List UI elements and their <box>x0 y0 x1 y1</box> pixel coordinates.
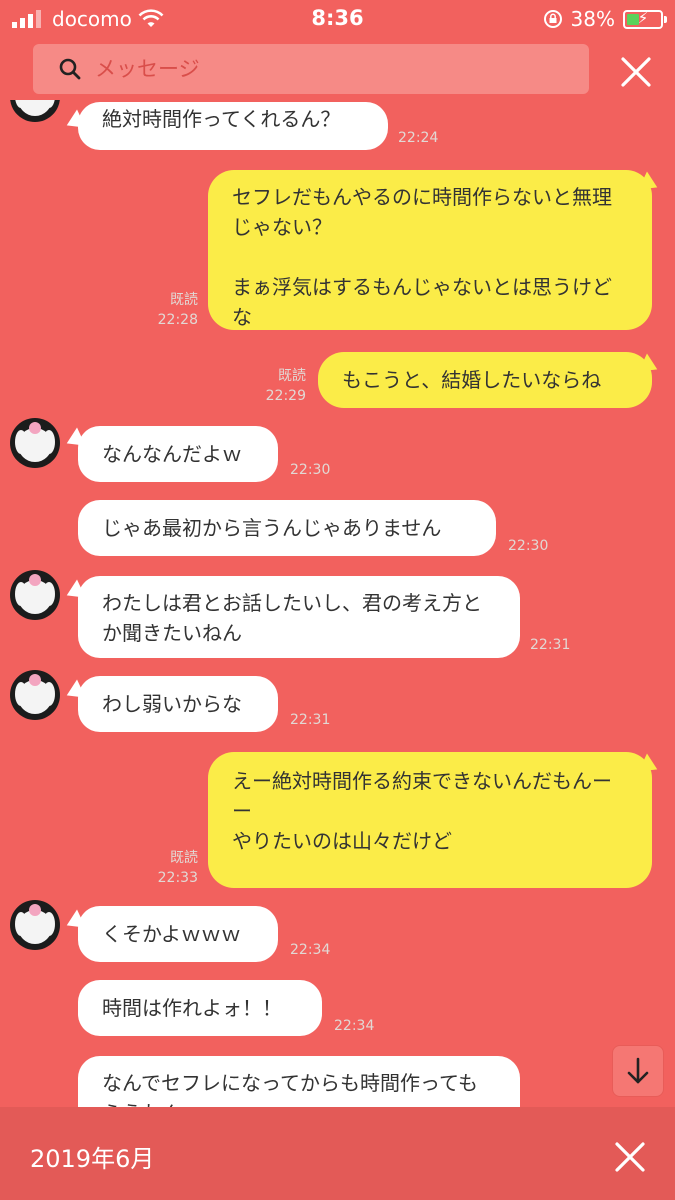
read-status: 既読 22:33 <box>140 848 198 888</box>
message-search-bar[interactable] <box>33 44 589 94</box>
message-bubble[interactable]: わし弱いからな <box>78 676 278 732</box>
message-time: 22:34 <box>290 942 331 958</box>
date-bar: 2019年6月 <box>0 1107 675 1200</box>
message-bubble[interactable]: 絶対時間作ってくれるん？ <box>78 102 388 150</box>
message-bubble[interactable]: なんなんだよｗ <box>78 426 278 482</box>
message-bubble[interactable]: えー絶対時間作る約束できないんだもんーー やりたいのは山々だけど <box>208 752 652 888</box>
avatar[interactable] <box>10 418 60 468</box>
status-bar: docomo 8:36 38% ⚡ <box>0 0 675 40</box>
read-label: 既読 <box>170 292 198 308</box>
charging-icon: ⚡ <box>637 8 649 27</box>
message-bubble[interactable]: わたしは君とお話したいし、君の考え方とか聞きたいねん <box>78 576 520 658</box>
message-bubble[interactable]: なんでセフレになってからも時間作ってもらうねん <box>78 1056 520 1110</box>
search-input[interactable] <box>93 56 537 82</box>
status-right: 38% ⚡ <box>543 7 667 31</box>
message-time: 22:34 <box>334 1018 375 1034</box>
read-status: 既読 22:29 <box>250 366 306 406</box>
message-time: 22:29 <box>265 388 306 404</box>
avatar[interactable] <box>10 100 60 122</box>
message-time: 22:24 <box>398 130 439 146</box>
chat-message-list[interactable]: 絶対時間作ってくれるん？ 22:24 既読 22:28 セフレだもんやるのに時間… <box>0 100 675 1110</box>
message-time: 22:30 <box>290 462 331 478</box>
read-status: 既読 22:28 <box>140 290 198 330</box>
message-bubble[interactable]: セフレだもんやるのに時間作らないと無理じゃない？ まぁ浮気はするもんじゃないとは… <box>208 170 652 330</box>
battery-icon: ⚡ <box>623 8 667 29</box>
message-time: 22:28 <box>157 312 198 328</box>
date-label: 2019年6月 <box>30 1145 155 1173</box>
avatar[interactable] <box>10 570 60 620</box>
message-bubble[interactable]: 時間は作れよォ！！ <box>78 980 322 1036</box>
read-label: 既読 <box>278 368 306 384</box>
message-time: 22:30 <box>508 538 549 554</box>
message-bubble[interactable]: じゃあ最初から言うんじゃありません <box>78 500 496 556</box>
search-icon <box>55 54 85 84</box>
message-bubble[interactable]: もこうと、結婚したいならね <box>318 352 652 408</box>
arrow-down-icon <box>627 1057 649 1084</box>
battery-percent: 38% <box>570 7 615 31</box>
message-time: 22:31 <box>290 712 331 728</box>
close-icon[interactable] <box>612 1139 648 1175</box>
read-label: 既読 <box>170 850 198 866</box>
avatar[interactable] <box>10 670 60 720</box>
message-bubble[interactable]: くそかよｗｗｗ <box>78 906 278 962</box>
rotation-lock-icon <box>543 10 562 28</box>
avatar[interactable] <box>10 900 60 950</box>
message-time: 22:33 <box>157 870 198 886</box>
message-time: 22:31 <box>530 637 571 653</box>
scroll-to-bottom-button[interactable] <box>612 1045 664 1097</box>
close-icon[interactable] <box>618 54 654 90</box>
